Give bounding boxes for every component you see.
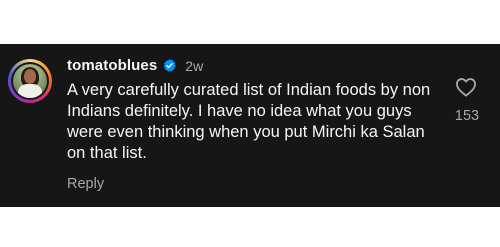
comment-timestamp: 2w bbox=[185, 57, 204, 74]
username[interactable]: tomatoblues bbox=[67, 57, 157, 74]
heart-outline-icon[interactable] bbox=[455, 77, 477, 97]
avatar[interactable] bbox=[8, 59, 52, 103]
verified-badge-icon bbox=[163, 58, 177, 72]
comment-card: tomatoblues 2w A very carefully curated … bbox=[0, 44, 500, 207]
avatar-face bbox=[24, 69, 36, 84]
comment-text: A very carefully curated list of Indian … bbox=[67, 81, 431, 162]
avatar-body bbox=[18, 84, 42, 98]
avatar-image-frame bbox=[11, 62, 49, 100]
avatar-photo bbox=[13, 64, 47, 98]
reply-button[interactable]: Reply bbox=[67, 176, 104, 192]
comment-header: tomatoblues 2w bbox=[67, 57, 203, 74]
like-count: 153 bbox=[454, 108, 480, 124]
